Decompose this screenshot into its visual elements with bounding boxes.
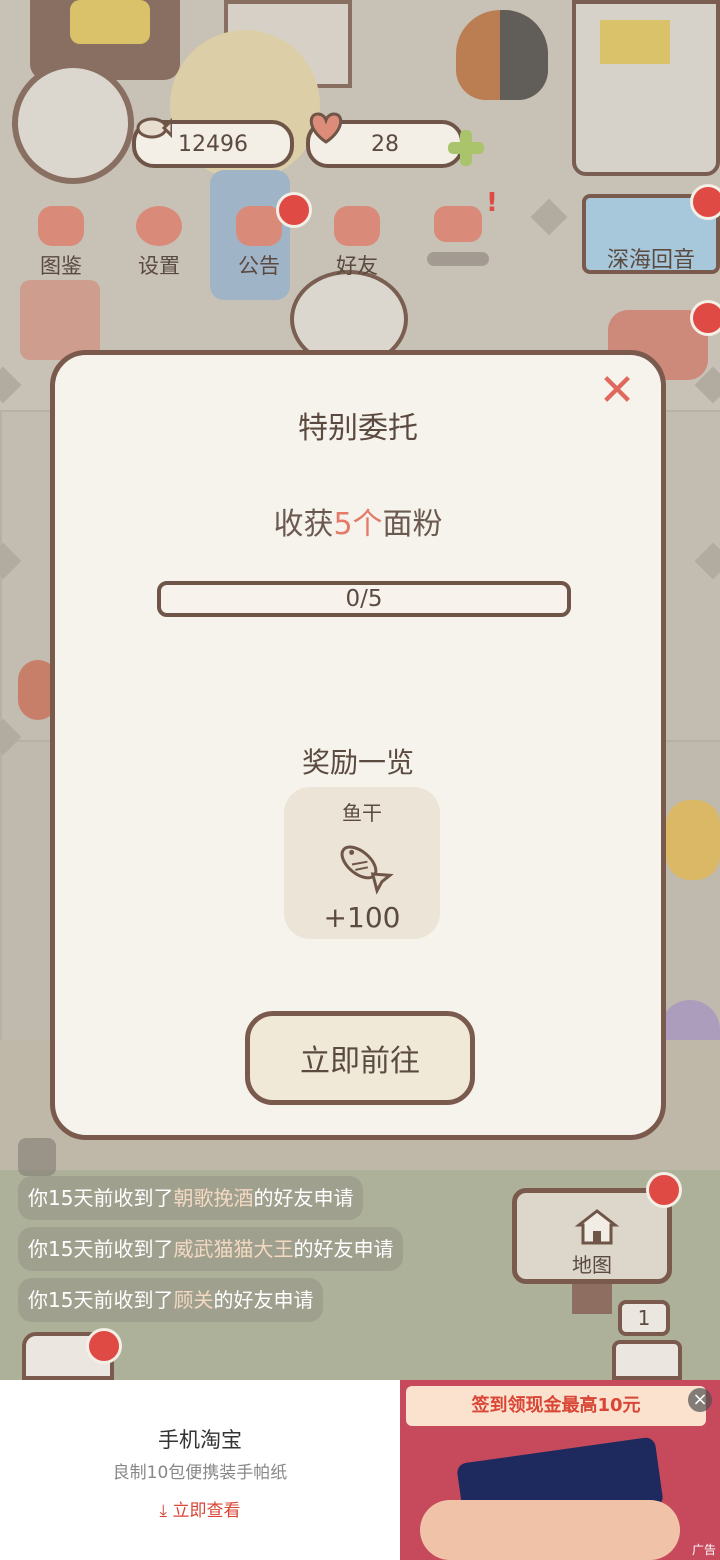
alert-icon: ! [486,188,498,218]
download-arrow-icon: ⤓ [159,1501,173,1521]
task-prefix: 收获 [273,507,334,542]
ad-tag: 广告 [691,1543,716,1557]
ad-image-banner: 签到领现金最高10元 [406,1386,706,1426]
friend-request-message: 你15天前收到了朝歌挽酒的好友申请 [18,1176,364,1220]
tool-box[interactable] [612,1340,682,1380]
go-now-button[interactable]: 立即前往 [245,1011,475,1105]
dialog-title: 特别委托 [298,411,418,446]
friends-button[interactable]: 好友 [322,206,392,280]
announcement-badge [276,192,312,228]
heart-count-text: 28 [371,131,399,157]
fish-count-text: 12496 [178,131,248,157]
settings-label: 设置 [138,254,180,278]
ad-title: 手机淘宝 [158,1428,242,1452]
event-label: 深海回音 [606,248,695,273]
task-quantity: 5个 [333,507,383,542]
chat-collapse-icon[interactable] [18,1138,56,1176]
sign-post [572,1284,612,1314]
mail-progress-bar [427,252,489,266]
reward-name: 鱼干 [342,801,382,825]
settings-button[interactable]: 设置 [124,206,194,280]
rewards-title: 奖励一览 [301,746,414,779]
ad-image[interactable]: 签到领现金最高10元 × 广告 [400,1380,720,1560]
event-badge [690,184,720,220]
friend-request-message: 你15天前收到了顾关的好友申请 [18,1278,324,1322]
friends-icon [334,206,380,246]
friends-label: 好友 [336,254,378,278]
reward-amount: +100 [323,901,401,934]
go-now-label: 立即前往 [300,1044,420,1079]
ad-view-now-link[interactable]: ⤓ 立即查看 [0,1496,400,1521]
map-badge [646,1172,682,1208]
heart-icon [304,106,348,146]
reward-card: 鱼干 +100 [284,787,440,939]
hand-image [420,1500,680,1560]
heart-mail-icon [434,206,482,242]
map-button[interactable]: 地图 [512,1188,672,1284]
counter-badge: 1 [618,1300,670,1336]
collection-button[interactable]: 图鉴 [26,206,96,280]
map-label: 地图 [572,1253,612,1277]
fish-icon [132,108,174,148]
task-description: 收获5个面粉 [55,499,661,543]
special-commission-dialog: ✕ 特别委托 收获5个面粉 0/5 奖励一览 鱼干 +100 立即前往 [50,350,666,1140]
add-hearts-button[interactable] [446,128,486,168]
house-icon [574,1207,620,1245]
announcement-label: 公告 [238,254,280,278]
task-item: 面粉 [382,507,443,542]
ad-subtitle: 良制10包便携装手帕纸 [112,1463,288,1483]
mail-button[interactable] [426,206,490,266]
ad-banner[interactable]: 手机淘宝 良制10包便携装手帕纸 ⤓ 立即查看 签到领现金最高10元 × 广告 [0,1380,720,1560]
heart-menu-badge [86,1328,122,1364]
flower-badge [690,300,720,336]
gift-icon [236,206,282,246]
task-progress-bar: 0/5 [157,581,571,617]
dried-fish-icon [330,835,394,895]
collection-label: 图鉴 [40,254,82,278]
gear-icon [136,206,182,246]
progress-text: 0/5 [345,586,383,612]
ad-close-icon[interactable]: × [688,1388,712,1412]
cat-face-icon [38,206,84,246]
friend-request-message: 你15天前收到了威武猫猫大王的好友申请 [18,1227,404,1271]
